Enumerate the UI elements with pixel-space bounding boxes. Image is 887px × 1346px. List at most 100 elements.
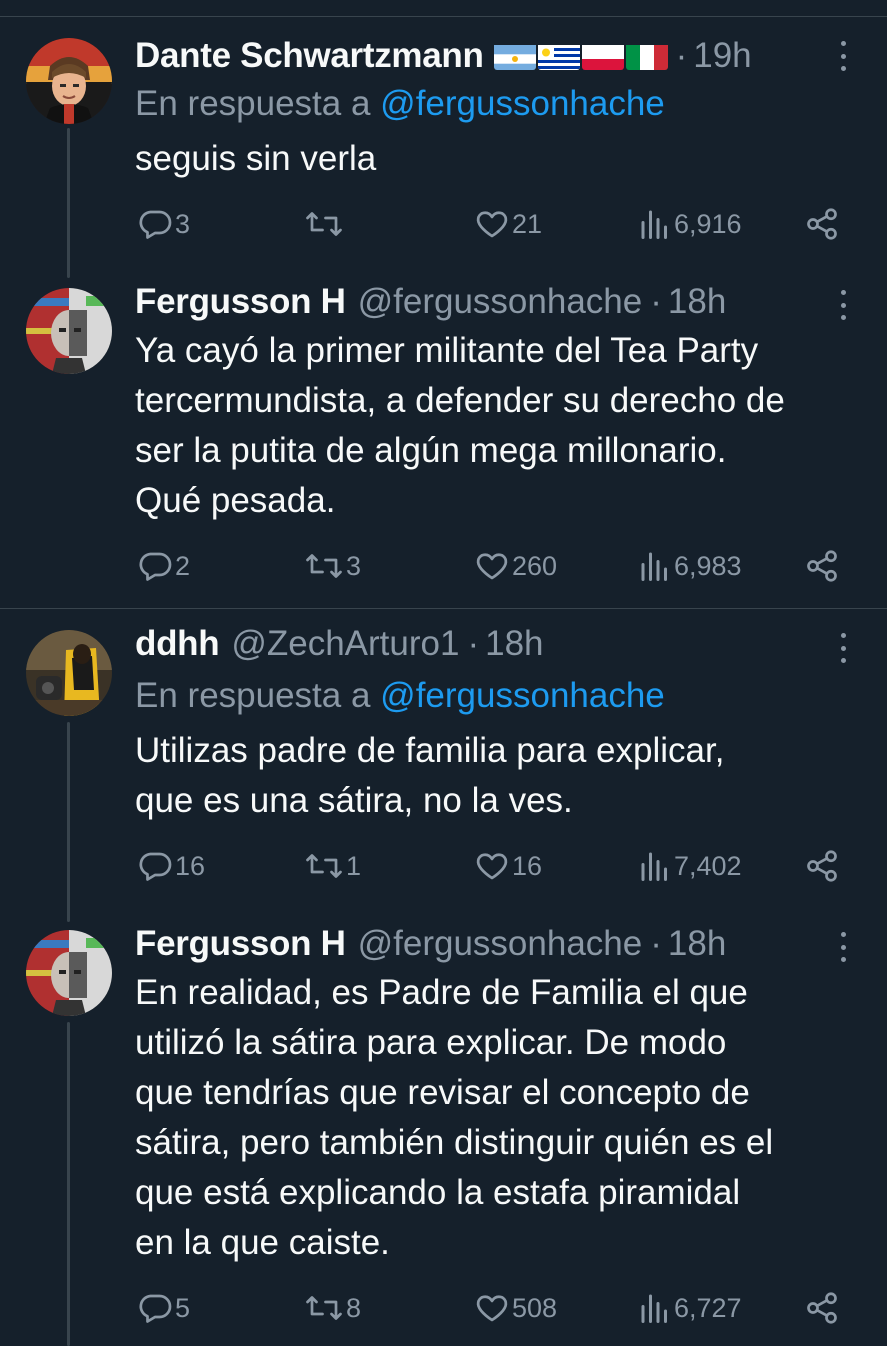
display-name[interactable]: ddhh [135,624,220,664]
tweet-text: Ya cayó la primer militante del Tea Part… [135,326,865,526]
tweet-text-line: Qué pesada. [135,481,336,520]
reply-icon [139,1294,172,1323]
tweet-text-line: ser la putita de algún mega millonario. [135,431,727,470]
share-icon [807,850,837,882]
tweet-text-line: utilizó la sátira para explicar. De modo [135,1023,727,1062]
timestamp[interactable]: 18h [668,282,726,322]
views-button[interactable]: 6,727 [638,1288,742,1328]
reply-mention-link[interactable]: @fergussonhache [380,84,665,123]
retweet-button[interactable]: 3 [304,546,361,586]
heart-icon [476,1295,508,1322]
username[interactable]: @ZechArturo1 [231,624,459,664]
view-count: 6,727 [674,1292,742,1323]
separator-dot: · [467,624,480,663]
reply-mention-link[interactable]: @fergussonhache [380,676,665,715]
separator-dot: · [650,282,662,321]
avatar[interactable] [26,38,112,124]
views-button[interactable]: 7,402 [638,846,742,886]
retweet-button[interactable]: 1 [304,846,361,886]
action-bar: 5 8 508 6,727 [0,1288,887,1328]
display-name[interactable]: Dante Schwartzmann [135,36,484,76]
thread-line [67,722,70,922]
italy-flag-icon [625,42,668,70]
like-button[interactable]: 260 [474,546,557,586]
like-button[interactable]: 508 [474,1288,557,1328]
retweet-button[interactable]: 8 [304,1288,361,1328]
reply-count: 5 [175,1292,191,1323]
tweet-text-line: tercermundista, a defender su derecho de [135,381,785,420]
tweet-header: Dante Schwartzmann · 19h [135,36,827,76]
tweet-text-line: que es una sátira, no la ves. [135,781,573,820]
reply-button[interactable]: 2 [137,546,190,586]
timestamp[interactable]: 18h [668,924,726,964]
views-icon [641,1294,667,1323]
heart-icon [476,853,508,880]
views-icon [641,210,667,239]
tweet-text-line: Ya cayó la primer militante del Tea Part… [135,331,759,370]
retweet-icon [306,854,342,878]
share-icon [807,550,837,582]
reply-count: 3 [175,208,191,239]
tweet-text-line: que está explicando la estafa piramidal [135,1173,741,1212]
tweet-header: Fergusson H @fergussonhache · 18h [135,282,827,322]
like-count: 260 [512,550,558,581]
views-button[interactable]: 6,983 [638,546,742,586]
display-name[interactable]: Fergusson H [135,924,346,964]
poland-flag-icon [581,42,624,70]
more-options-icon[interactable] [838,290,848,320]
like-button[interactable]: 16 [474,846,542,886]
avatar[interactable] [26,630,112,716]
uruguay-flag-icon [537,42,580,70]
like-count: 16 [512,850,543,881]
retweet-icon [306,554,342,578]
heart-icon [476,211,508,238]
reply-count: 16 [175,850,206,881]
reply-button[interactable]: 3 [137,204,190,244]
views-icon [641,852,667,881]
conversation-divider [0,608,887,609]
username[interactable]: @fergussonhache [358,924,643,964]
share-button[interactable] [804,546,840,586]
tweet-text-line: En realidad, es Padre de Familia el que [135,973,748,1012]
avatar[interactable] [26,930,112,1016]
reply-icon [139,210,172,239]
retweet-count: 8 [346,1292,362,1323]
like-count: 508 [512,1292,558,1323]
display-name[interactable]: Fergusson H [135,282,346,322]
retweet-icon [306,212,342,236]
like-count: 21 [512,208,543,239]
action-bar: 16 1 16 7,402 [0,846,887,886]
share-icon [807,1292,837,1324]
more-options-icon[interactable] [838,41,848,71]
reply-count: 2 [175,550,191,581]
share-button[interactable] [804,1288,840,1328]
share-button[interactable] [804,846,840,886]
tweet-text-line: sátira, pero también distinguir quién es… [135,1123,774,1162]
tweet-text: En realidad, es Padre de Familia el que … [135,968,865,1268]
separator-dot: · [650,924,662,963]
username[interactable]: @fergussonhache [358,282,643,322]
avatar[interactable] [26,288,112,374]
reply-prefix: En respuesta a [135,676,371,715]
reply-icon [139,852,172,881]
reply-button[interactable]: 16 [137,846,205,886]
view-count: 7,402 [674,850,742,881]
reply-context: En respuesta a @fergussonhache [135,84,665,124]
retweet-button[interactable] [304,204,346,244]
more-options-icon[interactable] [838,633,848,663]
retweet-count: 3 [346,550,362,581]
like-button[interactable]: 21 [474,204,542,244]
views-button[interactable]: 6,916 [638,204,742,244]
tweet-header: ddhh @ZechArturo1 · 18h [135,624,827,664]
top-divider [0,16,887,17]
reply-button[interactable]: 5 [137,1288,190,1328]
argentina-flag-icon [493,42,536,70]
thread-line [67,128,70,278]
timestamp[interactable]: 18h [485,624,543,664]
timestamp[interactable]: 19h [693,36,751,76]
tweet-text-line: en la que caiste. [135,1223,390,1262]
share-icon [807,208,837,240]
share-button[interactable] [804,204,840,244]
more-options-icon[interactable] [838,932,848,962]
action-bar: 3 21 6,916 [0,204,887,244]
